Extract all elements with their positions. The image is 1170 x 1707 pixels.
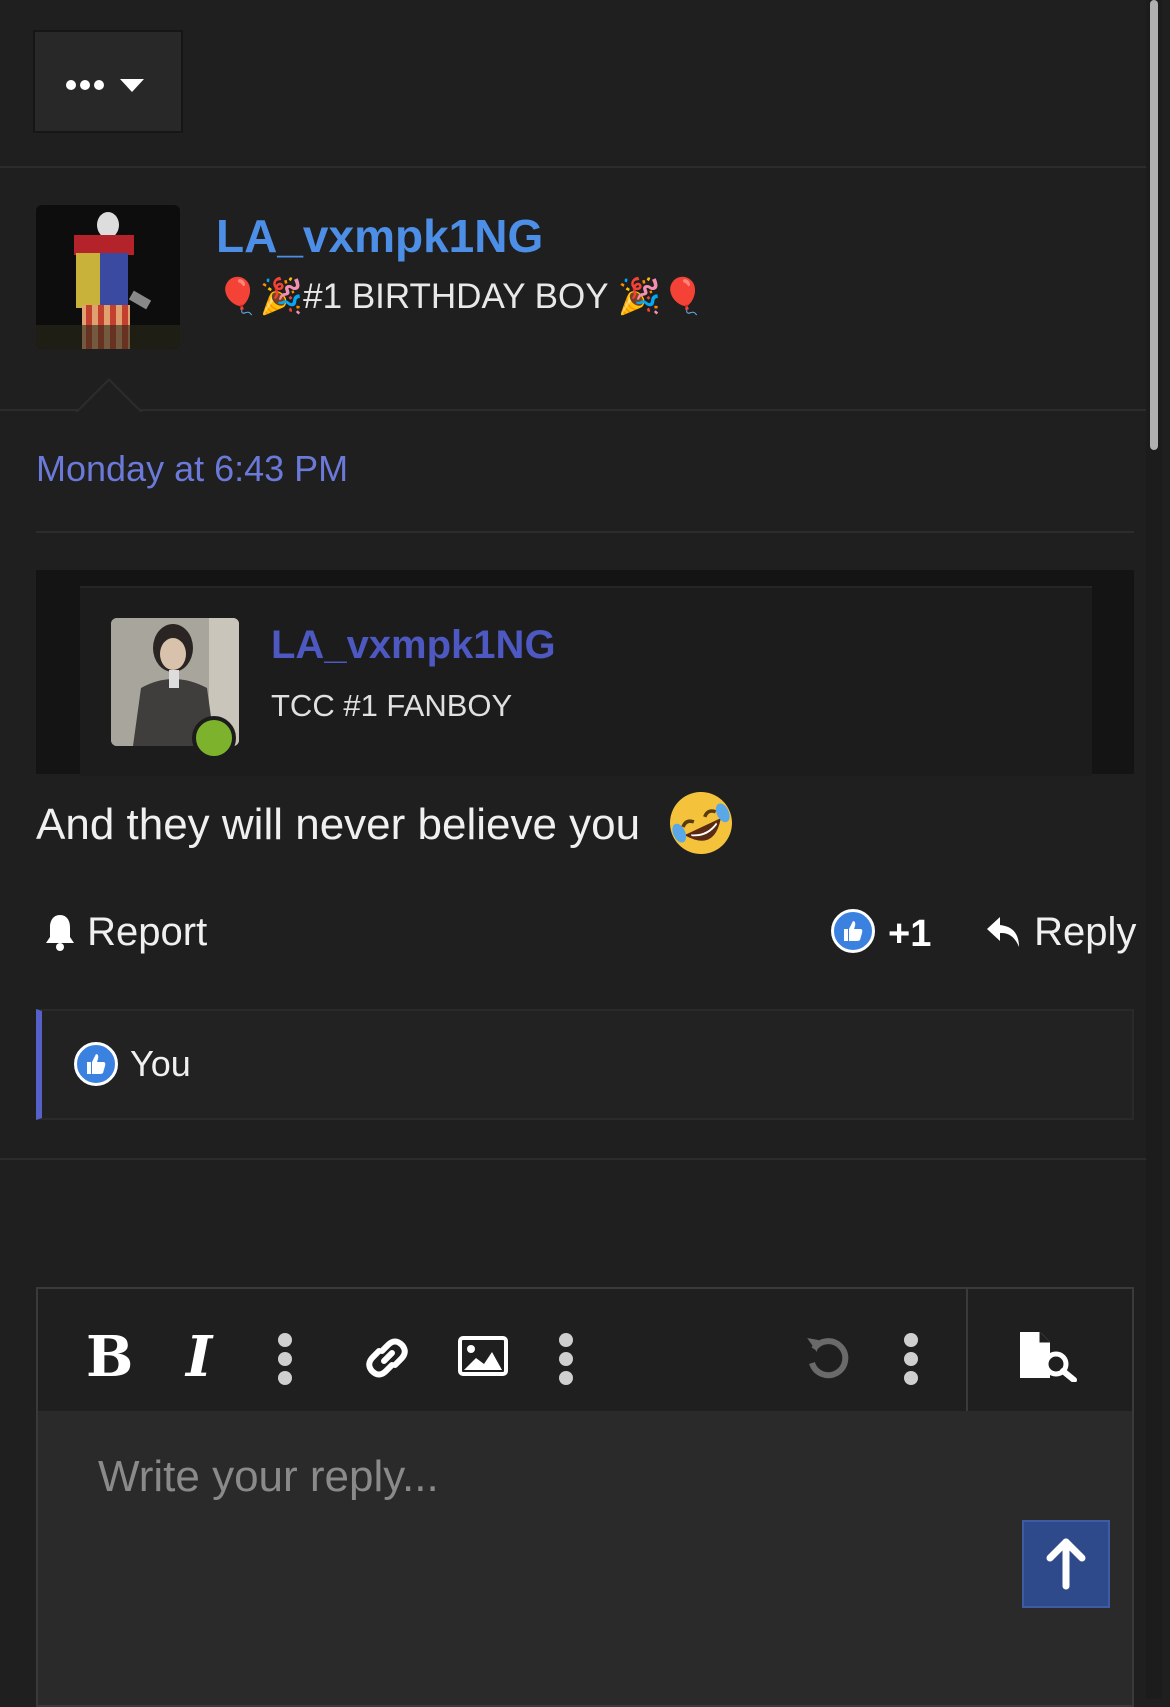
reply-textarea[interactable]: Write your reply... bbox=[98, 1452, 439, 1502]
image-icon[interactable] bbox=[458, 1336, 508, 1381]
more-insert-options-icon[interactable] bbox=[559, 1333, 573, 1390]
post-body-text: And they will never believe you bbox=[36, 800, 641, 849]
author-user-title: 🎈🎉#1 BIRTHDAY BOY 🎉🎈 bbox=[216, 277, 705, 316]
report-button[interactable]: Report bbox=[44, 910, 207, 955]
reply-arrow-icon bbox=[987, 917, 1019, 947]
arrow-up-icon bbox=[1046, 1538, 1086, 1590]
like-count[interactable]: +1 bbox=[888, 913, 931, 956]
report-label: Report bbox=[87, 910, 208, 954]
bell-icon bbox=[46, 915, 74, 951]
bold-button[interactable]: B bbox=[86, 1324, 133, 1390]
link-icon[interactable] bbox=[362, 1333, 412, 1388]
quoted-username[interactable]: LA_vxmpk1NG bbox=[271, 623, 556, 668]
divider bbox=[0, 166, 1146, 168]
like-icon[interactable] bbox=[831, 909, 875, 953]
undo-icon[interactable] bbox=[802, 1333, 852, 1388]
author-username[interactable]: LA_vxmpk1NG bbox=[216, 209, 543, 263]
more-text-options-icon[interactable] bbox=[278, 1333, 292, 1390]
thread-options-button[interactable] bbox=[33, 30, 183, 133]
quoted-user-title: TCC #1 FANBOY bbox=[271, 688, 513, 723]
reactions-users-label[interactable]: You bbox=[130, 1043, 191, 1085]
rolling-laughing-emoji-icon bbox=[667, 789, 735, 857]
scroll-to-top-button[interactable] bbox=[1022, 1520, 1110, 1608]
more-editor-options-icon[interactable] bbox=[904, 1333, 918, 1390]
post-date[interactable]: Monday at 6:43 PM bbox=[36, 448, 348, 490]
chevron-down-icon bbox=[120, 79, 144, 92]
preview-icon[interactable] bbox=[1018, 1330, 1082, 1387]
divider bbox=[36, 531, 1134, 533]
reactions-bar[interactable] bbox=[36, 1009, 1134, 1120]
header-notch-inner bbox=[77, 381, 141, 413]
divider bbox=[0, 409, 1146, 411]
italic-button[interactable]: I bbox=[186, 1324, 212, 1390]
divider bbox=[0, 1158, 1146, 1160]
reply-label: Reply bbox=[1034, 910, 1137, 954]
scrollbar-thumb[interactable] bbox=[1150, 0, 1158, 450]
toolbar-divider bbox=[966, 1289, 968, 1411]
reply-button[interactable]: Reply bbox=[985, 910, 1136, 955]
author-avatar[interactable] bbox=[36, 205, 180, 349]
like-reaction-icon bbox=[74, 1042, 118, 1086]
online-status-indicator bbox=[192, 716, 236, 760]
